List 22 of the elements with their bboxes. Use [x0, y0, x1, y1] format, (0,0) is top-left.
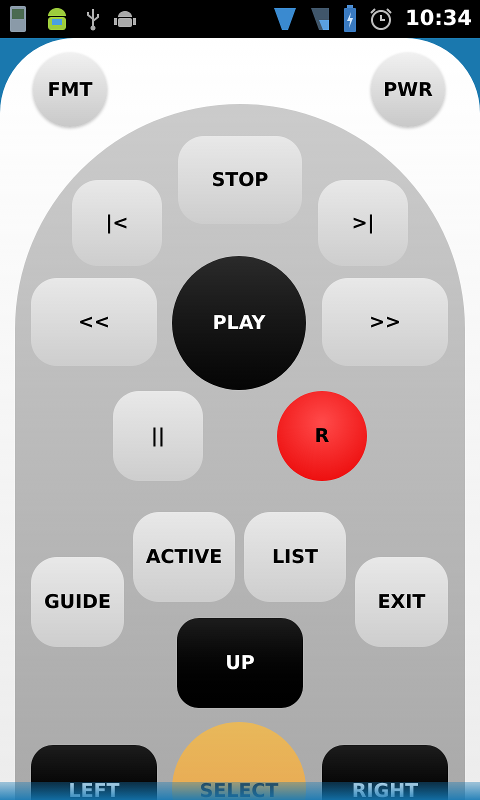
remote-button[interactable]: ||	[113, 391, 203, 481]
remote-button[interactable]: |<	[72, 180, 162, 266]
remote-button[interactable]: LIST	[244, 512, 346, 602]
alarm-clock-icon	[369, 7, 394, 31]
remote-button[interactable]: EXIT	[355, 557, 448, 647]
remote-button[interactable]: LEFT	[31, 745, 157, 800]
usb-icon	[84, 7, 102, 31]
remote-button[interactable]: >>	[322, 278, 448, 366]
remote-button[interactable]: >|	[318, 180, 408, 266]
battery-icon	[343, 5, 358, 33]
robot-icon	[114, 8, 136, 30]
remote-button[interactable]: GUIDE	[31, 557, 124, 647]
remote-button[interactable]: <<	[31, 278, 157, 366]
remote-button[interactable]: RIGHT	[322, 745, 448, 800]
remote-button[interactable]: FMT	[33, 53, 107, 127]
signal-icon	[309, 6, 332, 32]
clock-time: 10:34	[405, 5, 472, 32]
remote-button[interactable]: ACTIVE	[133, 512, 235, 602]
remote-button[interactable]: STOP	[178, 136, 302, 224]
remote-button[interactable]: PWR	[371, 53, 445, 127]
signal-icon	[273, 6, 298, 32]
remote-button[interactable]: UP	[177, 618, 303, 708]
